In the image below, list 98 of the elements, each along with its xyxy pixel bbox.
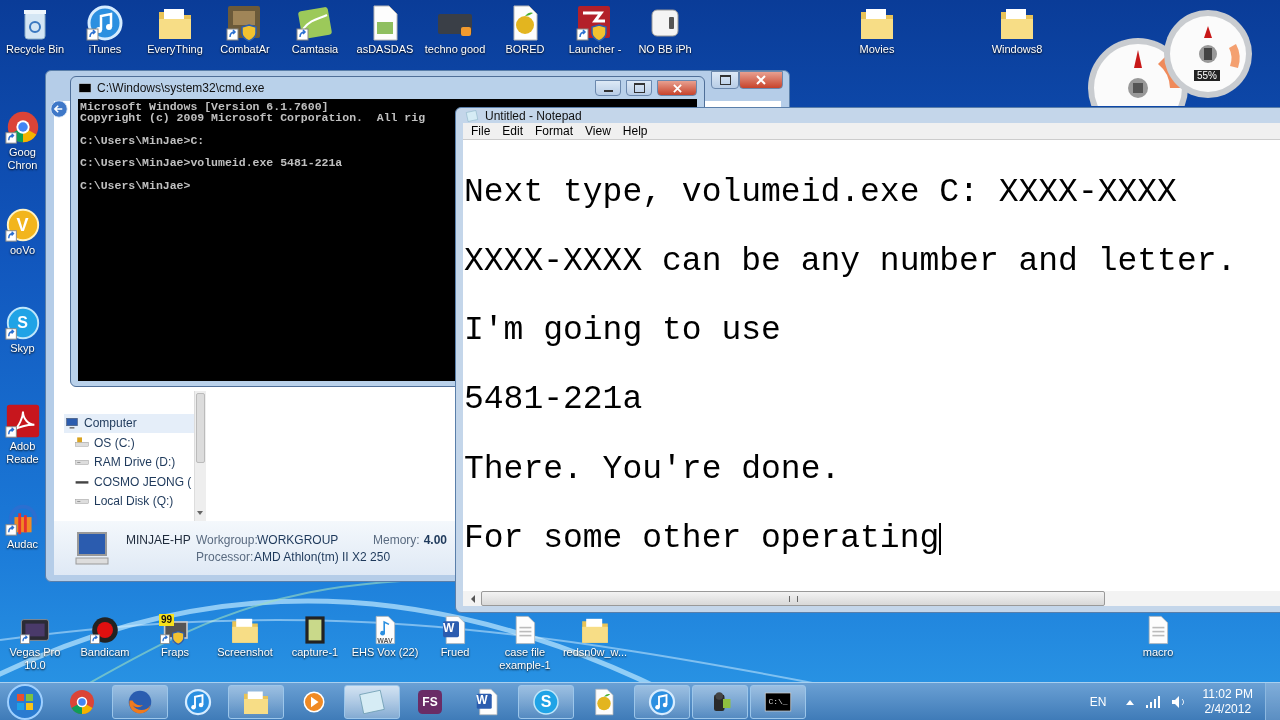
console-line: C:\Users\MinJae>C: [80, 134, 205, 147]
terminal-icon [78, 81, 92, 95]
logo-text: C:\_ [768, 697, 788, 706]
gauge-reading: 55% [1194, 70, 1220, 81]
computer-icon[interactable] [64, 415, 80, 432]
start-button[interactable] [6, 682, 44, 720]
text-line: XXXX-XXXX can be any number and letter. [464, 245, 1237, 280]
close-button[interactable] [657, 80, 697, 96]
notepad-icon [465, 108, 479, 123]
icon-label: Screenshot [217, 646, 273, 659]
icon-label: Reade [6, 453, 39, 466]
field-value: 4.00 [423, 532, 448, 547]
console-line: C:\Users\MinJae> [80, 180, 191, 192]
text-line: 5481-221a [464, 383, 643, 419]
text-line: Next type, volumeid.exe C: XXXX-XXXX [464, 175, 1177, 211]
text-line: For some other operating [464, 521, 940, 557]
icon-label: techno good [424, 43, 486, 56]
music-note-icon[interactable] [183, 686, 213, 717]
logo-text: S [17, 315, 28, 331]
icon-label: case file [504, 646, 546, 659]
music-note-icon[interactable] [85, 3, 125, 43]
field-label: Processor: [196, 549, 254, 564]
taskbar-button[interactable] [692, 684, 748, 719]
icon-label: Chron [7, 159, 38, 172]
console-line: C:\Users\MinJae>volumeid.exe 5481-221a [80, 157, 343, 169]
menu-item[interactable]: View [579, 124, 617, 139]
icon-label: NO BB iPh [638, 43, 692, 56]
nav-item[interactable]: COSMO JEONG ( [64, 472, 194, 492]
logo-text: W [442, 622, 455, 635]
record-icon[interactable] [89, 614, 121, 646]
icon-label: CombatAr [220, 43, 270, 56]
back-button[interactable] [50, 100, 68, 118]
icon-label: Launcher - [568, 43, 622, 56]
maximize-button[interactable] [626, 80, 652, 96]
computer-name: MINJAE-HP [126, 532, 192, 547]
text-line: There. You're done. [464, 452, 841, 488]
icon-label: redsn0w_w... [562, 646, 628, 659]
window-title: C:\Windows\system32\cmd.exe [97, 81, 265, 95]
icon-label: 10.0 [24, 659, 46, 672]
logo-text: W [476, 694, 488, 706]
icon-label: Goog [9, 146, 36, 159]
taskbar-button[interactable] [228, 684, 284, 719]
icon-label: asDASDAS [356, 43, 414, 56]
icon-label: Frued [440, 646, 470, 659]
close-button[interactable] [739, 71, 783, 89]
swirl-tile-icon[interactable] [3, 402, 42, 440]
icon-label: Bandicam [80, 646, 130, 659]
icon-label: Camtasia [291, 43, 339, 56]
taskbar-button[interactable] [112, 684, 168, 719]
icon-label: Adob [9, 440, 36, 453]
scroll-left-icon[interactable] [469, 594, 477, 603]
nav-item[interactable]: OS (C:) [64, 433, 194, 453]
nav-item[interactable]: RAM Drive (D:) [64, 452, 194, 472]
icon-label: Windows8 [991, 43, 1043, 56]
taskbar-button[interactable]: FS [402, 684, 458, 719]
taskbar-button[interactable]: W [460, 684, 516, 719]
icon-label: Audac [6, 538, 39, 551]
close-icon [756, 75, 766, 85]
icon-label: BORED [505, 43, 545, 56]
field-value: AMD Athlon(tm) II X2 250 [254, 549, 391, 564]
scrollbar[interactable] [194, 391, 206, 521]
text-caret [939, 523, 942, 556]
volume-icon[interactable] [1170, 694, 1187, 709]
menu-item[interactable]: Format [529, 124, 580, 139]
text-line: I'm going to use [464, 314, 781, 349]
console-line: Microsoft Windows [Version 6.1.7600] [80, 101, 329, 113]
nav-item[interactable]: Local Disk (Q:) [64, 491, 194, 511]
icon-label: capture-1 [291, 646, 339, 659]
logo-text: V [16, 216, 29, 234]
icon-label: example-1 [499, 659, 551, 672]
scrollbar[interactable] [463, 591, 1280, 606]
signal-icon[interactable] [1144, 694, 1161, 709]
logo-text: 99 [159, 614, 175, 626]
icon-label: Movies [859, 43, 895, 56]
close-icon [672, 83, 682, 93]
menu-item[interactable]: Edit [496, 124, 530, 139]
minimize-button[interactable] [595, 80, 621, 96]
window-title: Untitled - Notepad [485, 108, 582, 123]
icon-label: macro [1142, 646, 1174, 659]
maximize-button[interactable] [711, 71, 739, 89]
icon-label: iTunes [88, 43, 122, 56]
icon-label: EHS Vox (22) [351, 646, 419, 659]
logo-text: FS [422, 695, 438, 708]
icon-label: Skyp [10, 342, 35, 355]
menu-item[interactable]: Help [616, 124, 654, 139]
icon-label: Fraps [160, 646, 190, 659]
menu-item[interactable]: File [465, 124, 497, 139]
icon-label: EveryThing [147, 43, 203, 56]
field-value: WORKGROUP [257, 532, 340, 547]
console-line: Copyright (c) 2009 Microsoft Corporation. All rig [80, 112, 426, 124]
clock-date[interactable]: 2/4/2012 [1204, 701, 1252, 717]
icon-label: Recycle Bin [5, 43, 65, 56]
field-label: Memory: [373, 532, 421, 547]
icon-label: ooVo [9, 244, 36, 257]
nav-item[interactable]: Computer [64, 413, 194, 433]
logo-text: S [540, 693, 552, 710]
text-area[interactable]: Next type, volumeid.exe C: XXXX-XXXX XXXX-XXXX can be any number and letter. I'm going to use 5481-221a There. You're done. For some other operating [463, 138, 1280, 591]
taskbar-button[interactable]: C:\_ [750, 684, 806, 719]
